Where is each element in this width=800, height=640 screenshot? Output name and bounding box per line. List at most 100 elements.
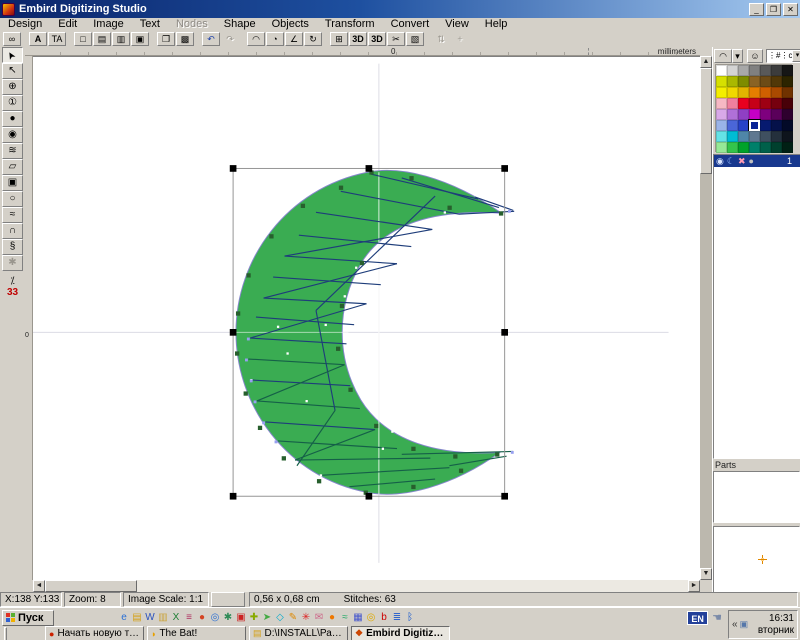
quicklaunch-icon-10[interactable]: ▣ xyxy=(235,611,247,624)
palette-swatch[interactable] xyxy=(716,76,727,87)
palette-swatch[interactable] xyxy=(738,98,749,109)
taskbar-grip[interactable] xyxy=(4,627,7,640)
scroll-right-button[interactable]: ► xyxy=(688,580,700,592)
rotate-button[interactable]: ↻ xyxy=(304,32,322,46)
menu-view[interactable]: View xyxy=(437,18,477,31)
palette-swatch[interactable] xyxy=(738,109,749,120)
sfumato-tool[interactable]: § xyxy=(2,239,23,255)
palette-swatch[interactable] xyxy=(749,98,760,109)
palette-swatch[interactable] xyxy=(782,76,793,87)
quicklaunch-icon-1[interactable]: e xyxy=(118,611,130,624)
palette-swatch[interactable] xyxy=(782,131,793,142)
palette-swatch[interactable] xyxy=(782,87,793,98)
vertical-scrollbar[interactable]: ▲ ▼ xyxy=(700,56,712,580)
fill-hole-tool[interactable]: ◉ xyxy=(2,127,23,143)
panel-3d-button[interactable]: ⊞ xyxy=(330,32,348,46)
palette-swatch[interactable] xyxy=(716,98,727,109)
palette-swatch[interactable] xyxy=(716,142,727,153)
scroll-left-button[interactable]: ◄ xyxy=(33,580,45,592)
double-column-tool[interactable]: ▣ xyxy=(2,175,23,191)
select-tool[interactable]: ➤ xyxy=(2,47,23,63)
lettering-button[interactable]: A xyxy=(29,32,47,46)
palette-swatch[interactable] xyxy=(738,87,749,98)
palette-swatch[interactable] xyxy=(760,120,771,131)
quicklaunch-icon-16[interactable]: ✉ xyxy=(313,611,325,624)
palette-swatch[interactable] xyxy=(771,109,782,120)
quicklaunch-icon-23[interactable]: ᛒ xyxy=(404,611,416,624)
quicklaunch-icon-5[interactable]: X xyxy=(170,611,182,624)
tray-expand-icon[interactable]: « xyxy=(732,619,738,630)
stitches-3d-button[interactable]: 3D xyxy=(368,32,386,46)
task-button[interactable]: ❖Embird Digitizing Stud... xyxy=(351,626,450,640)
quicklaunch-icon-12[interactable]: ➤ xyxy=(261,611,273,624)
menu-help[interactable]: Help xyxy=(477,18,516,31)
palette-swatch[interactable] xyxy=(771,120,782,131)
palette-swatch[interactable] xyxy=(738,142,749,153)
task-button[interactable]: ▤D:\INSTALL\Разное\Embird xyxy=(249,626,348,640)
speed-gauge-button[interactable]: ◔ xyxy=(266,32,284,46)
fill-shape-tool[interactable]: ● xyxy=(2,111,23,127)
palette-swatch[interactable] xyxy=(760,87,771,98)
image-edit-button[interactable]: ▧ xyxy=(406,32,424,46)
horizontal-scrollbar[interactable]: ◄ ► xyxy=(33,580,700,592)
start-button[interactable]: Пуск xyxy=(2,610,54,626)
menu-edit[interactable]: Edit xyxy=(50,18,85,31)
palette-swatch[interactable] xyxy=(749,131,760,142)
palette-swatch[interactable] xyxy=(749,109,760,120)
menu-objects[interactable]: Objects xyxy=(264,18,317,31)
quicklaunch-icon-9[interactable]: ✱ xyxy=(222,611,234,624)
palette-swatch[interactable] xyxy=(716,131,727,142)
quicklaunch-icon-19[interactable]: ▦ xyxy=(352,611,364,624)
object-list-item[interactable]: ◉☾✖● 1 xyxy=(714,155,800,167)
menu-text[interactable]: Text xyxy=(132,18,168,31)
palette-swatch[interactable] xyxy=(738,120,749,131)
sew-simulator-button[interactable]: ☺ xyxy=(747,49,763,63)
palette-swatch[interactable] xyxy=(771,65,782,76)
palette-swatch[interactable] xyxy=(716,120,727,131)
zoom-1to1-tool[interactable]: ① xyxy=(2,95,23,111)
curve-mode-button[interactable]: ◠ xyxy=(714,49,732,63)
horizontal-scroll-thumb[interactable] xyxy=(45,580,137,592)
column-shape-tool[interactable]: ▱ xyxy=(2,159,23,175)
palette-swatch[interactable] xyxy=(727,65,738,76)
palette-swatch[interactable] xyxy=(716,65,727,76)
palette-swatch[interactable] xyxy=(738,65,749,76)
font-engine-button[interactable]: TA xyxy=(48,32,66,46)
palette-swatch[interactable] xyxy=(782,98,793,109)
restore-button[interactable]: ❐ xyxy=(766,3,781,16)
node-edit-tool[interactable]: ↖ xyxy=(2,63,23,79)
palette-swatch[interactable] xyxy=(716,87,727,98)
palette-swatch[interactable] xyxy=(749,65,760,76)
paste-button[interactable]: ▩ xyxy=(176,32,194,46)
menu-image[interactable]: Image xyxy=(85,18,132,31)
tray-app-icon[interactable]: ▣ xyxy=(740,619,749,630)
palette-swatch[interactable] xyxy=(738,131,749,142)
palette-swatch[interactable] xyxy=(749,76,760,87)
palette-swatch[interactable] xyxy=(727,76,738,87)
vertical-scroll-track[interactable] xyxy=(700,174,712,568)
quicklaunch-icon-13[interactable]: ◇ xyxy=(274,611,286,624)
save-button[interactable]: ▣ xyxy=(131,32,149,46)
palette-swatch[interactable] xyxy=(782,65,793,76)
menu-design[interactable]: Design xyxy=(0,18,50,31)
quicklaunch-icon-3[interactable]: W xyxy=(144,611,156,624)
palette-swatch[interactable] xyxy=(738,76,749,87)
palette-swatch[interactable] xyxy=(727,98,738,109)
palette-swatch[interactable] xyxy=(749,142,760,153)
palette-swatch[interactable] xyxy=(727,131,738,142)
palette-swatch[interactable] xyxy=(771,98,782,109)
design-canvas[interactable] xyxy=(33,56,700,580)
view-3d-button[interactable]: 3D xyxy=(349,32,367,46)
stitch-edit-button[interactable]: ✂ xyxy=(387,32,405,46)
freehand-button[interactable]: ◠ xyxy=(247,32,265,46)
stitch-type-dropdown[interactable]: ⋮#⋮c ▾ xyxy=(766,49,800,63)
quicklaunch-icon-2[interactable]: ▤ xyxy=(131,611,143,624)
palette-swatch[interactable] xyxy=(771,76,782,87)
quicklaunch-icon-20[interactable]: ◎ xyxy=(365,611,377,624)
hatch-fill-tool[interactable]: ≋ xyxy=(2,143,23,159)
palette-swatch[interactable] xyxy=(749,120,760,131)
menu-transform[interactable]: Transform xyxy=(317,18,383,31)
angle-button[interactable]: ∠ xyxy=(285,32,303,46)
quicklaunch-icon-7[interactable]: ● xyxy=(196,611,208,624)
quicklaunch-icon-21[interactable]: b xyxy=(378,611,390,624)
